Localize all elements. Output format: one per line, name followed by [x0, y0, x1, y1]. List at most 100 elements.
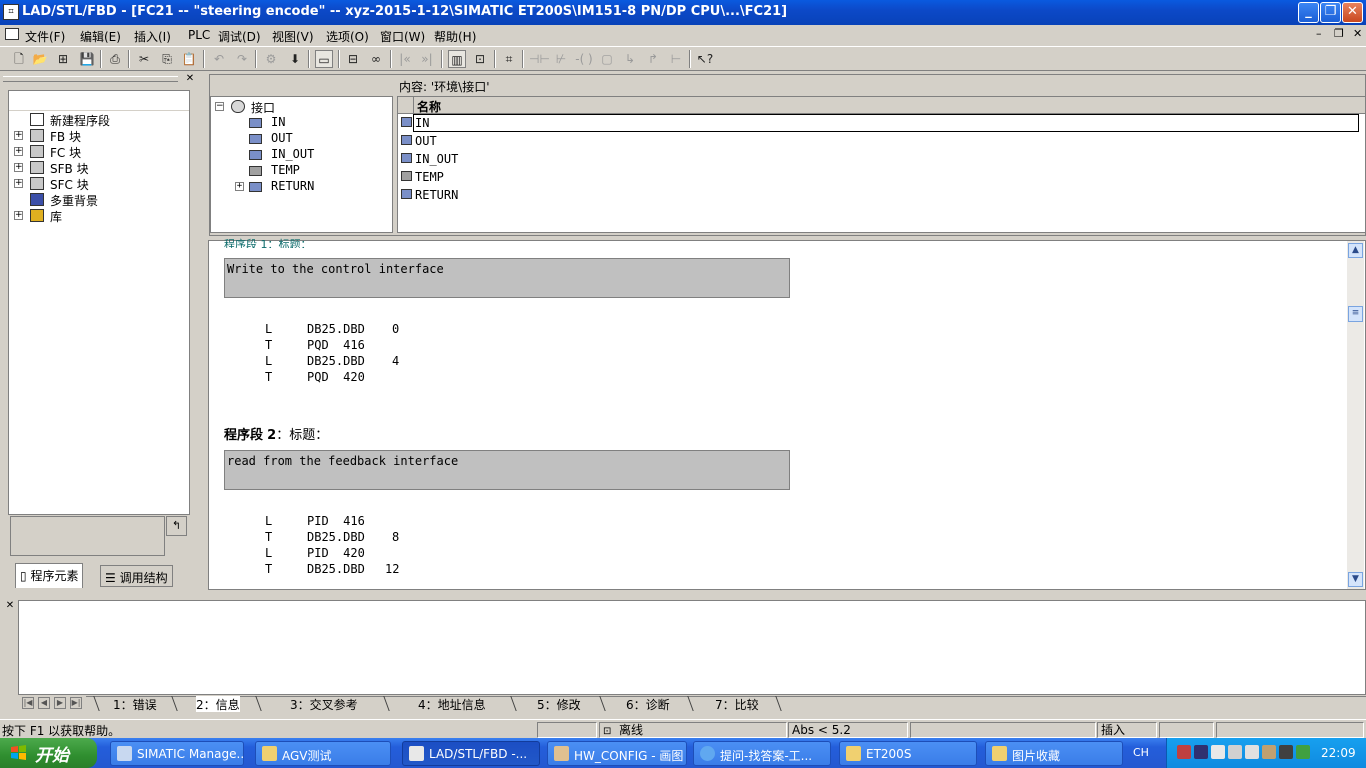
details-close-icon[interactable]: ✕ — [4, 601, 16, 613]
accessible-nodes-icon[interactable]: ⊞ — [54, 50, 72, 68]
menu-options[interactable]: 选项(O) — [326, 28, 369, 45]
task-agv-folder[interactable]: AGV测试 — [255, 741, 391, 766]
expand-icon[interactable]: + — [14, 131, 23, 140]
task-simatic-manager[interactable]: SIMATIC Manage... — [110, 741, 244, 766]
menu-window[interactable]: 窗口(W) — [380, 28, 425, 45]
task-pictures-folder[interactable]: 图片收藏 — [985, 741, 1123, 766]
empty-box-icon[interactable]: ▢ — [598, 50, 616, 68]
network1-comment[interactable]: Write to the control interface — [224, 258, 790, 298]
tab-errors[interactable]: 1：错误 — [113, 696, 157, 712]
interface-tree-in-out[interactable]: IN_OUT — [249, 147, 379, 163]
menu-file[interactable]: 文件(F) — [25, 28, 65, 45]
start-button[interactable]: 开始 — [0, 738, 97, 768]
mdi-minimize-icon[interactable]: – — [1316, 27, 1322, 40]
tree-item-library[interactable]: + 库 — [14, 208, 184, 224]
table-row[interactable]: IN_OUT — [398, 150, 1365, 168]
accessible-icon[interactable]: ⚙ — [262, 50, 280, 68]
tree-item-multi-instance[interactable]: 多重背景 — [14, 192, 184, 208]
nc-contact-icon[interactable]: ⊬ — [552, 50, 570, 68]
scroll-down-icon[interactable]: ▼ — [1348, 572, 1363, 587]
expand-icon[interactable]: + — [14, 211, 23, 220]
previous-network-icon[interactable]: |« — [396, 50, 414, 68]
ime-tray-icon[interactable] — [1228, 745, 1242, 759]
menu-edit[interactable]: 编辑(E) — [80, 28, 121, 45]
save-icon[interactable]: 💾 — [78, 50, 96, 68]
tab-info[interactable]: 2：信息 — [196, 696, 240, 712]
tab-modify[interactable]: 5：修改 — [537, 696, 581, 712]
menu-view[interactable]: 视图(V) — [272, 28, 314, 45]
new-network-icon[interactable]: ⌗ — [500, 50, 518, 68]
task-et200s-folder[interactable]: ET200S — [839, 741, 977, 766]
menu-plc[interactable]: PLC — [188, 28, 210, 42]
context-help-icon[interactable]: ↖? — [696, 50, 714, 68]
interface-tree-out[interactable]: OUT — [249, 131, 379, 147]
tab-call-structure[interactable]: ☰ 调用结构 — [100, 565, 173, 587]
paste-icon[interactable]: 📋 — [180, 50, 198, 68]
new-icon[interactable]: 🗋 — [10, 50, 28, 68]
display-tray-icon[interactable] — [1279, 745, 1293, 759]
expand-icon[interactable]: + — [235, 182, 244, 191]
tab-prev-icon[interactable]: ◀ — [38, 697, 50, 709]
tab-next-icon[interactable]: ▶ — [54, 697, 66, 709]
tree-item-new-network[interactable]: 新建程序段 — [14, 112, 184, 128]
copy-icon[interactable]: ⎘ — [158, 50, 176, 68]
network-view-icon[interactable]: ⊟ — [344, 50, 362, 68]
menu-help[interactable]: 帮助(H) — [434, 28, 476, 45]
minimize-button[interactable]: _ — [1298, 2, 1319, 23]
expand-icon[interactable]: + — [14, 179, 23, 188]
menu-insert[interactable]: 插入(I) — [134, 28, 171, 45]
no-contact-icon[interactable]: ⊣⊢ — [529, 50, 550, 68]
editor-scrollbar[interactable]: ▲ ≡ ▼ — [1347, 241, 1364, 589]
undo-icon[interactable]: ↶ — [210, 50, 228, 68]
menu-debug[interactable]: 调试(D) — [218, 28, 261, 45]
table-row[interactable]: RETURN — [398, 186, 1365, 204]
table-row[interactable]: OUT — [398, 132, 1365, 150]
next-network-icon[interactable]: »| — [418, 50, 436, 68]
tab-first-icon[interactable]: |◀ — [22, 697, 34, 709]
tab-program-elements[interactable]: ▯ 程序元素 — [15, 563, 84, 588]
tab-diagnostics[interactable]: 6：诊断 — [626, 696, 670, 712]
find-icon[interactable]: ↰ — [166, 516, 187, 536]
restore-button[interactable]: ❐ — [1320, 2, 1341, 23]
table-row[interactable]: TEMP — [398, 168, 1365, 186]
network2-comment[interactable]: read from the feedback interface — [224, 450, 790, 490]
task-lad-stl-fbd[interactable]: LAD/STL/FBD -... — [402, 741, 540, 766]
app-icon[interactable]: ⌗ — [3, 4, 19, 20]
coil-icon[interactable]: -( ) — [575, 50, 593, 68]
tab-last-icon[interactable]: ▶| — [70, 697, 82, 709]
tree-item-sfc[interactable]: + SFC 块 — [14, 176, 184, 192]
download-icon[interactable]: ⬇ — [286, 50, 304, 68]
interface-tree-temp[interactable]: TEMP — [249, 163, 379, 179]
security-tray-icon[interactable] — [1296, 745, 1310, 759]
glasses-icon[interactable]: ∞ — [367, 50, 385, 68]
tab-compare[interactable]: 7：比较 — [715, 696, 759, 712]
details-output-area[interactable] — [18, 600, 1366, 695]
language-indicator[interactable]: CH — [1133, 746, 1149, 759]
close-branch-icon[interactable]: ↱ — [644, 50, 662, 68]
panel-close-icon[interactable]: ✕ — [184, 74, 196, 86]
print-icon[interactable]: ⎙ — [106, 50, 124, 68]
tab-cross-reference[interactable]: 3：交叉参考 — [290, 696, 358, 712]
redo-icon[interactable]: ↷ — [233, 50, 251, 68]
expand-icon[interactable]: + — [14, 163, 23, 172]
document-menu-icon[interactable] — [5, 28, 19, 40]
scroll-up-icon[interactable]: ▲ — [1348, 243, 1363, 258]
tool-tray-icon[interactable] — [1245, 745, 1259, 759]
panel-grip[interactable] — [3, 76, 178, 82]
interface-tree-return[interactable]: + RETURN — [235, 179, 379, 195]
task-hw-config-paint[interactable]: HW_CONFIG - 画图 — [547, 741, 687, 766]
expand-icon[interactable]: + — [14, 147, 23, 156]
close-button[interactable]: ✕ — [1342, 2, 1363, 23]
interface-root[interactable]: − 接口 — [215, 99, 385, 115]
open-branch-icon[interactable]: ↳ — [621, 50, 639, 68]
settings-tray-icon[interactable] — [1262, 745, 1276, 759]
network-tray-icon[interactable] — [1177, 745, 1191, 759]
mdi-close-icon[interactable]: ✕ — [1353, 27, 1362, 40]
task-browser[interactable]: 提问-找答案-工... — [693, 741, 831, 766]
tree-item-fb[interactable]: + FB 块 — [14, 128, 184, 144]
monitor-tray-icon[interactable] — [1194, 745, 1208, 759]
column-header-name[interactable]: 名称 — [417, 98, 441, 115]
table-row[interactable]: IN — [398, 114, 1365, 132]
tree-item-fc[interactable]: + FC 块 — [14, 144, 184, 160]
interface-tree-in[interactable]: IN — [249, 115, 379, 131]
